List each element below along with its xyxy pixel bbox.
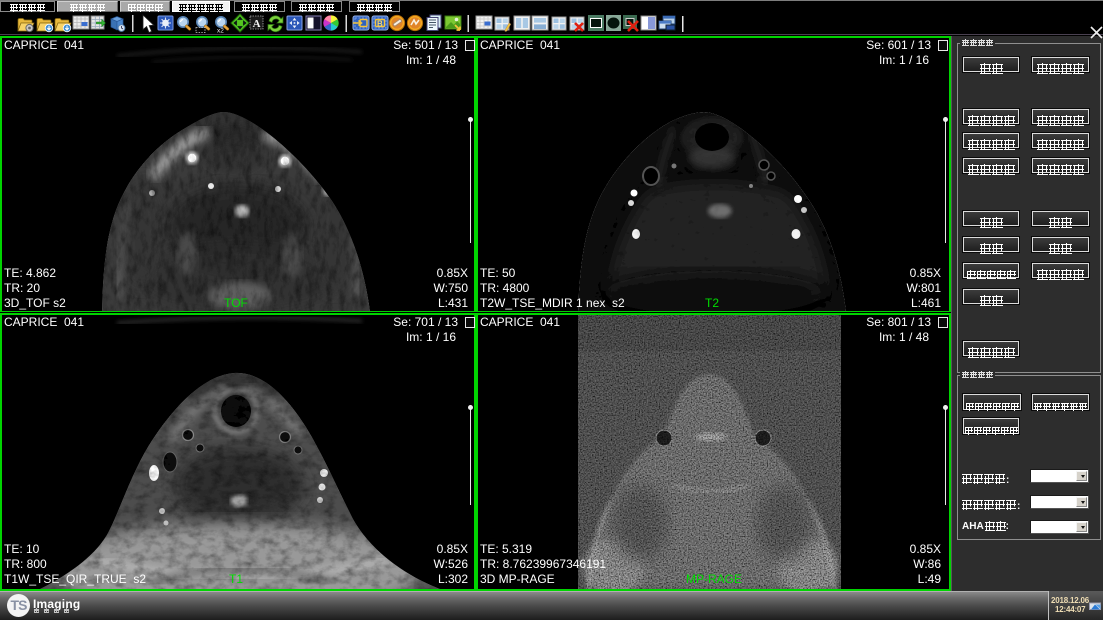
svg-text:B: B [377,20,383,29]
svg-text:A: A [253,18,261,30]
